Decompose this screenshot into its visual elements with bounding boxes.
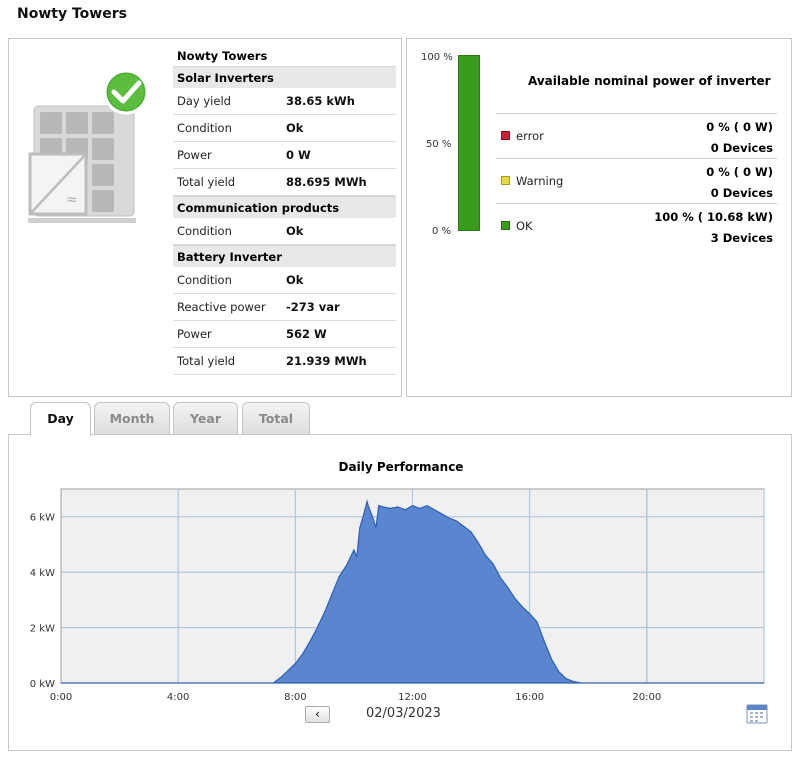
plant-name: Nowty Towers — [177, 49, 268, 63]
info-row: Total yield 88.695 MWh — [173, 169, 396, 196]
status-percent: 0 % ( 0 W) — [706, 120, 773, 134]
status-name: error — [516, 129, 544, 143]
x-tick-label: 20:00 — [632, 692, 661, 703]
daily-performance-chart: 0:00 4:00 8:00 12:00 16:00 20:00 0 kW 2 kW 4 kW 6… — [30, 488, 765, 703]
x-tick-label: 16:00 — [515, 692, 544, 703]
y-tick-label: 2 kW — [30, 624, 55, 635]
status-percent: 100 % ( 10.68 kW) — [654, 210, 773, 224]
row-value: 0 W — [286, 148, 311, 162]
row-value: Ok — [286, 224, 304, 238]
nominal-power-title: Available nominal power of inverter — [528, 74, 771, 88]
info-row: Condition Ok — [173, 218, 396, 245]
previous-day-button[interactable]: ‹ — [305, 706, 330, 723]
row-value: 38.65 kWh — [286, 94, 355, 108]
tab-year[interactable]: Year — [173, 402, 238, 435]
row-label: Power — [177, 148, 212, 162]
status-row-warning: Warning 0 % ( 0 W) 0 Devices — [496, 158, 777, 203]
row-value: Ok — [286, 121, 304, 135]
error-color-swatch — [501, 131, 510, 140]
status-devices: 0 Devices — [710, 141, 773, 155]
row-value: -273 var — [286, 300, 340, 314]
status-devices: 3 Devices — [710, 231, 773, 245]
x-tick-label: 4:00 — [167, 692, 189, 703]
info-row: Total yield 21.939 MWh — [173, 348, 396, 375]
tab-month[interactable]: Month — [94, 402, 170, 435]
status-list: error 0 % ( 0 W) 0 Devices Warning 0 % (… — [496, 113, 777, 248]
solar-plant-ok-icon: ≈ — [28, 69, 149, 223]
tab-total[interactable]: Total — [242, 402, 310, 435]
info-row: Reactive power -273 var — [173, 294, 396, 321]
status-devices: 0 Devices — [710, 186, 773, 200]
info-row: Power 562 W — [173, 321, 396, 348]
row-label: Day yield — [177, 94, 231, 108]
ok-power-bar — [458, 55, 480, 231]
info-row: Power 0 W — [173, 142, 396, 169]
page-title: Nowty Towers — [17, 6, 127, 22]
status-name: OK — [516, 219, 533, 233]
status-percent: 0 % ( 0 W) — [706, 165, 773, 179]
status-row-error: error 0 % ( 0 W) 0 Devices — [496, 113, 777, 158]
row-label: Total yield — [177, 175, 236, 189]
row-label: Condition — [177, 224, 232, 238]
x-tick-label: 12:00 — [398, 692, 427, 703]
row-value: Ok — [286, 273, 304, 287]
bar-label-mid: 50 % — [426, 139, 452, 150]
info-row: Condition Ok — [173, 267, 396, 294]
info-row: Day yield 38.65 kWh — [173, 88, 396, 115]
status-name: Warning — [516, 174, 564, 188]
row-label: Power — [177, 327, 212, 341]
row-label: Condition — [177, 121, 232, 135]
section-solar-inverters: Solar Inverters — [173, 66, 396, 88]
nominal-power-panel: 100 % 50 % 0 % Available nominal power o… — [406, 38, 792, 397]
chart-panel: Daily Performance 0:00 4:00 8:00 12:00 16:00… — [8, 434, 792, 751]
warning-color-swatch — [501, 176, 510, 185]
y-tick-label: 6 kW — [30, 513, 55, 524]
y-tick-label: 0 kW — [30, 679, 55, 690]
x-tick-label: 8:00 — [284, 692, 306, 703]
row-label: Reactive power — [177, 300, 266, 314]
section-battery-inverter: Battery Inverter — [173, 245, 396, 267]
section-communication-products: Communication products — [173, 196, 396, 218]
chart-date: 02/03/2023 — [366, 706, 441, 721]
row-label: Condition — [177, 273, 232, 287]
row-value: 562 W — [286, 327, 327, 341]
row-value: 21.939 MWh — [286, 354, 367, 368]
row-label: Total yield — [177, 354, 236, 368]
x-tick-label: 0:00 — [50, 692, 72, 703]
plant-info-panel: ≈ Nowty Towers Solar Inverters Day yield… — [8, 38, 402, 397]
calendar-icon[interactable] — [746, 703, 768, 724]
status-row-ok: OK 100 % ( 10.68 kW) 3 Devices — [496, 203, 777, 248]
tab-day[interactable]: Day — [30, 402, 91, 436]
y-tick-label: 4 kW — [30, 568, 55, 579]
plant-info-table: Nowty Towers Solar Inverters Day yield 38… — [173, 46, 396, 375]
info-row: Condition Ok — [173, 115, 396, 142]
svg-text:≈: ≈ — [66, 192, 78, 208]
bar-label-bottom: 0 % — [432, 226, 452, 237]
ok-color-swatch — [501, 221, 510, 230]
bar-label-top: 100 % — [421, 52, 453, 63]
row-value: 88.695 MWh — [286, 175, 367, 189]
